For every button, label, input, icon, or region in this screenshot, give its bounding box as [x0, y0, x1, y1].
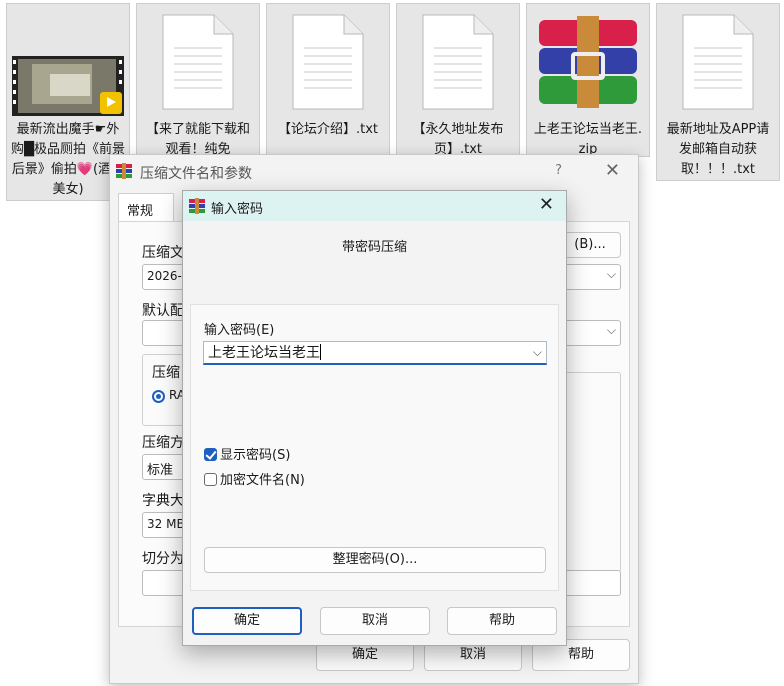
split-field-right[interactable] — [559, 570, 621, 596]
text-file-icon — [682, 14, 754, 110]
password-dialog-title: 输入密码 — [211, 202, 264, 217]
encrypt-names-checkbox-row[interactable]: 加密文件名(N) — [204, 469, 305, 488]
winrar-icon — [189, 198, 205, 214]
enter-password-label: 输入密码(E) — [204, 323, 275, 338]
default-profile-label: 默认配 — [142, 303, 184, 319]
chevron-down-icon: ⌵ — [606, 267, 616, 281]
password-title-bar[interactable]: 输入密码 ✕ — [183, 191, 566, 221]
video-thumbnail-icon — [12, 56, 124, 116]
text-caret — [320, 344, 321, 360]
file-name: 最新流出魔手☛外购█极品厕拍《前景后景》偷拍💗(酒吧美女) — [11, 122, 125, 197]
file-tile-text[interactable]: 【来了就能下载和观看！纯免 — [136, 3, 260, 157]
file-tile-archive[interactable]: 上老王论坛当老王.zip — [526, 3, 650, 157]
password-input[interactable]: 上老王论坛当老王 ⌵ — [203, 341, 547, 365]
browse-button[interactable]: (B)... — [559, 232, 621, 258]
dialog-heading: 带密码压缩 — [341, 240, 407, 255]
dict-label: 字典大 — [142, 493, 184, 509]
file-tile-text[interactable]: 最新地址及APP请发邮箱自动获取！！！.txt — [656, 3, 780, 181]
options-group — [559, 372, 621, 572]
ok-button[interactable]: 确定 — [192, 607, 302, 635]
encrypt-names-checkbox[interactable] — [204, 473, 217, 486]
password-dialog: 输入密码 ✕ 带密码压缩 输入密码(E) 上老王论坛当老王 ⌵ 显示密码(S) … — [182, 190, 567, 646]
parent-title-bar[interactable]: 压缩文件名和参数 ? ✕ — [110, 155, 638, 189]
chevron-down-icon: ⌵ — [606, 323, 616, 337]
text-file-icon — [292, 14, 364, 110]
profile-dropdown[interactable]: ⌵ — [559, 320, 621, 346]
winrar-archive-icon — [539, 16, 637, 108]
help-icon[interactable]: ? — [555, 163, 562, 178]
format-label: 压缩 — [152, 365, 180, 381]
close-icon[interactable]: ✕ — [605, 160, 620, 181]
password-value: 上老王论坛当老王 — [208, 345, 320, 361]
file-tile-text[interactable]: 【永久地址发布页】.txt — [396, 3, 520, 157]
text-file-icon — [422, 14, 494, 110]
show-password-checkbox-row[interactable]: 显示密码(S) — [204, 444, 290, 463]
tab-general[interactable]: 常规 — [118, 193, 174, 223]
rar-radio[interactable] — [152, 390, 165, 403]
show-password-checkbox[interactable] — [204, 448, 217, 461]
archive-name-label: 压缩文 — [142, 245, 184, 261]
cancel-button[interactable]: 取消 — [320, 607, 430, 635]
file-name: 【论坛介绍】.txt — [277, 122, 379, 137]
archive-name-dropdown[interactable]: ⌵ — [559, 264, 621, 290]
file-name: 最新地址及APP请发邮箱自动获取！！！.txt — [666, 122, 770, 177]
encrypt-names-label: 加密文件名(N) — [220, 473, 305, 488]
method-label: 压缩方 — [142, 435, 184, 451]
organize-passwords-button[interactable]: 整理密码(O)... — [204, 547, 546, 573]
close-icon[interactable]: ✕ — [539, 194, 554, 215]
chevron-down-icon[interactable]: ⌵ — [533, 342, 542, 362]
help-button[interactable]: 帮助 — [447, 607, 557, 635]
parent-title: 压缩文件名和参数 — [140, 166, 252, 182]
winrar-icon — [116, 163, 132, 179]
split-label: 切分为 — [142, 551, 184, 567]
file-tile-text[interactable]: 【论坛介绍】.txt — [266, 3, 390, 157]
show-password-label: 显示密码(S) — [220, 448, 291, 463]
text-file-icon — [162, 14, 234, 110]
